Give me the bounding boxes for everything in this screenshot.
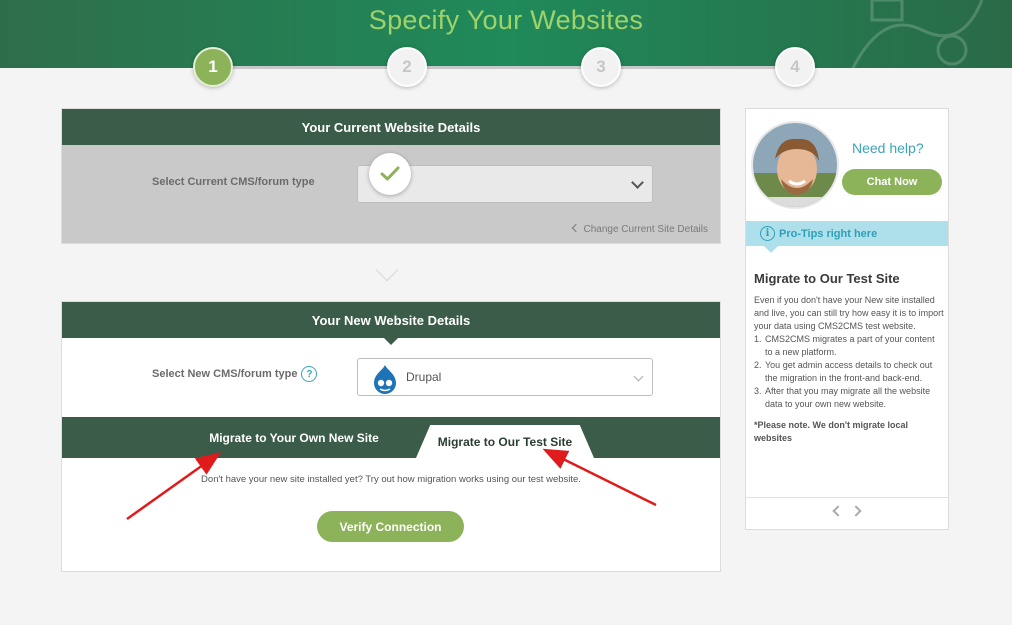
new-site-panel: Your New Website Details Select New CMS/…	[61, 301, 721, 572]
chevron-down-icon	[631, 176, 644, 189]
tip-item: 3. After that you may migrate all the web…	[754, 385, 944, 411]
new-cms-label-row: Select New CMS/forum type?	[152, 366, 318, 382]
info-icon: i	[760, 226, 775, 241]
tip-item: 1. CMS2CMS migrates a part of your conten…	[754, 333, 944, 359]
new-cms-value: Drupal	[406, 370, 442, 384]
page-title: Specify Your Websites	[368, 5, 644, 35]
avatar-portrait	[753, 123, 837, 207]
tip-intro: Even if you don't have your New site ins…	[754, 295, 944, 331]
current-site-body: Select Current CMS/forum type Change Cur…	[62, 145, 720, 243]
protips-notch	[764, 246, 778, 253]
step-3[interactable]: 3	[581, 47, 621, 87]
tip-item-number: 3.	[754, 386, 762, 396]
tip-title: Migrate to Our Test Site	[754, 271, 900, 286]
previous-tip-icon[interactable]	[832, 505, 844, 517]
page-header: Specify Your Websites	[0, 0, 1012, 68]
tab-content: Don't have your new site installed yet? …	[62, 458, 720, 570]
tip-list: 1. CMS2CMS migrates a part of your conten…	[754, 333, 944, 411]
new-site-header: Your New Website Details	[62, 302, 720, 345]
tip-item-text: CMS2CMS migrates a part of your content …	[765, 334, 935, 357]
new-site-heading: Your New Website Details	[311, 312, 471, 328]
tip-item-number: 2.	[754, 360, 762, 370]
check-icon	[369, 153, 411, 195]
need-help-label: Need help?	[852, 140, 924, 156]
tip-text: Even if you don't have your New site ins…	[754, 294, 944, 445]
chevron-left-icon	[572, 223, 581, 233]
step-2[interactable]: 2	[387, 47, 427, 87]
next-tip-icon[interactable]	[850, 505, 862, 517]
current-site-header: Your Current Website Details	[62, 109, 720, 145]
new-cms-label: Select New CMS/forum type	[152, 367, 298, 380]
current-cms-label: Select Current CMS/forum type	[152, 176, 315, 188]
sidebar-divider	[746, 497, 948, 498]
current-site-heading: Your Current Website Details	[301, 119, 481, 135]
chevron-down-icon	[633, 371, 644, 382]
protips-label: Pro-Tips right here	[779, 227, 878, 240]
drupal-logo-icon	[374, 365, 396, 394]
tip-item-number: 1.	[754, 334, 762, 344]
change-site-details-link[interactable]: Change Current Site Details	[572, 223, 708, 235]
help-icon[interactable]: ?	[301, 366, 318, 382]
tab-description: Don't have your new site installed yet? …	[201, 474, 581, 485]
chevron-down-divider-icon	[375, 258, 399, 282]
tip-item-text: You get admin access details to check ou…	[765, 360, 933, 383]
support-avatar	[751, 121, 839, 209]
tip-item-text: After that you may migrate all the websi…	[765, 386, 931, 409]
new-site-body: Select New CMS/forum type? Drupal	[62, 338, 720, 417]
tab-migrate-test-site[interactable]: Migrate to Our Test Site	[416, 425, 594, 458]
migration-tabs: Migrate to Your Own New Site Migrate to …	[62, 417, 720, 458]
chat-now-button[interactable]: Chat Now	[842, 169, 942, 195]
verify-connection-button[interactable]: Verify Connection	[317, 511, 464, 542]
progress-track	[212, 66, 796, 69]
current-site-panel: Your Current Website Details Select Curr…	[61, 108, 721, 244]
tip-item: 2. You get admin access details to check …	[754, 359, 944, 385]
step-1[interactable]: 1	[193, 47, 233, 87]
help-sidebar: Need help? Chat Now i Pro-Tips right here…	[745, 108, 949, 530]
step-4[interactable]: 4	[775, 47, 815, 87]
tab-migrate-own-site[interactable]: Migrate to Your Own New Site	[192, 417, 396, 458]
new-cms-select[interactable]: Drupal	[357, 358, 653, 396]
protips-bar: i Pro-Tips right here	[746, 221, 948, 246]
tip-note: *Please note. We don't migrate local web…	[754, 420, 909, 443]
change-site-details-label: Change Current Site Details	[583, 224, 708, 235]
